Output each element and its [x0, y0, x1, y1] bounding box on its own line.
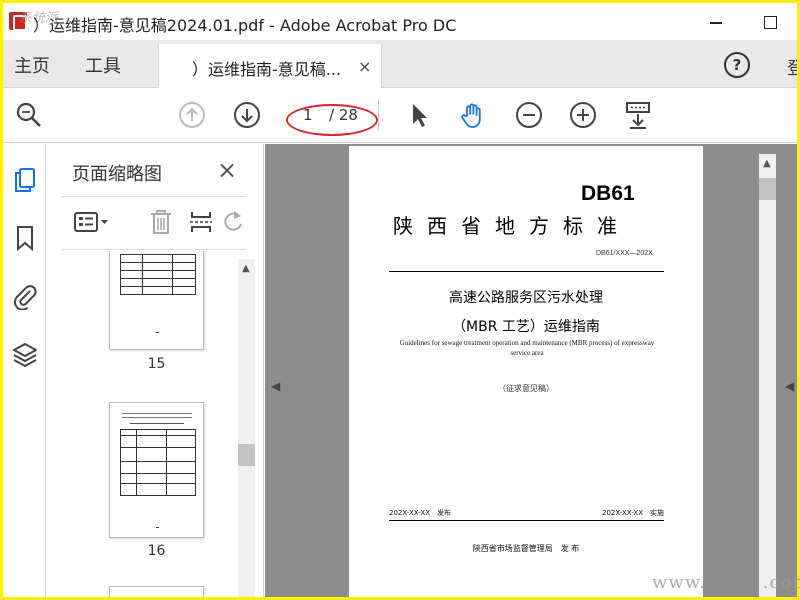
help-icon[interactable]: ?: [724, 52, 750, 78]
document-title-line1: 高速公路服务区污水处理: [449, 290, 603, 306]
app-window: 系统派 ）运维指南-意见稿2024.01.pdf - Adobe Acrobat…: [3, 3, 797, 597]
draft-note: （征求意见稿）: [498, 384, 554, 393]
previous-page-icon[interactable]: [177, 100, 207, 130]
issuing-authority: 陕西省市场监督管理局 发 布: [472, 544, 580, 553]
zoom-in-icon[interactable]: [568, 100, 598, 130]
panel-title: 页面缩略图: [72, 164, 162, 185]
minimize-button[interactable]: [705, 11, 727, 33]
hand-tool-icon[interactable]: [458, 100, 488, 130]
thumbnail-list: 15 16: [61, 251, 237, 597]
select-pointer-icon[interactable]: [404, 100, 434, 130]
panel-toolbar: [61, 196, 246, 250]
watermark-bottom: www. .com: [652, 572, 800, 593]
panel-close-icon[interactable]: ×: [217, 156, 237, 184]
document-view: ◀ DB61 陕西省地方标准 DB61/XXX—202X 高速公路服务区污水处理…: [265, 144, 797, 597]
standard-code-logo: DB61: [581, 182, 635, 205]
red-annotation-circle: [286, 104, 378, 136]
menu-bar: 主页 工具 ）运维指南-意见稿... × ? 登: [3, 40, 797, 88]
delete-page-icon[interactable]: [147, 208, 175, 236]
collapse-right-arrow-icon[interactable]: ◀: [785, 379, 794, 393]
bookmarks-icon[interactable]: [11, 224, 39, 252]
document-scrollbar[interactable]: ▲: [759, 154, 776, 597]
collapse-left-arrow-icon[interactable]: ◀: [271, 379, 280, 393]
sign-in-button[interactable]: 登: [787, 54, 797, 79]
doc-scroll-up-arrow-icon[interactable]: ▲: [763, 158, 771, 169]
document-title-english: Guidelines for sewage treatment operatio…: [399, 339, 655, 357]
header-rule: [389, 271, 664, 272]
zoom-out-icon[interactable]: [514, 100, 544, 130]
footer-rule: [389, 520, 664, 521]
toolbar-divider: [378, 100, 379, 130]
thumbnail-options-icon[interactable]: [73, 208, 111, 236]
next-page-icon[interactable]: [232, 100, 262, 130]
thumbnail-page[interactable]: [109, 251, 204, 350]
insert-page-icon[interactable]: [187, 208, 215, 236]
rotate-page-icon[interactable]: [219, 208, 247, 236]
thumbnail-page[interactable]: [109, 586, 204, 597]
window-title: ）运维指南-意见稿2024.01.pdf - Adobe Acrobat Pro…: [33, 16, 457, 35]
title-bar: 系统派 ）运维指南-意见稿2024.01.pdf - Adobe Acrobat…: [3, 3, 797, 40]
toolbar: 1 / 28: [3, 88, 797, 143]
search-zoom-icon[interactable]: [14, 100, 44, 130]
menu-home[interactable]: 主页: [14, 52, 50, 78]
fit-page-icon[interactable]: [623, 100, 653, 130]
scroll-thumb[interactable]: [238, 444, 255, 466]
pdf-page: DB61 陕西省地方标准 DB61/XXX—202X 高速公路服务区污水处理 （…: [349, 146, 703, 597]
left-tool-rail: [3, 144, 46, 597]
thumbnail-label: 15: [147, 356, 166, 372]
page-thumbnails-icon[interactable]: [11, 166, 39, 194]
menu-tools[interactable]: 工具: [85, 52, 121, 78]
doc-scroll-thumb[interactable]: [759, 178, 776, 200]
document-tab[interactable]: ）运维指南-意见稿... ×: [158, 44, 382, 88]
layers-icon[interactable]: [11, 340, 39, 368]
standard-category-title: 陕西省地方标准: [393, 214, 631, 238]
thumbnail-scrollbar[interactable]: ▲: [238, 259, 255, 597]
thumbnail-label: 16: [147, 543, 166, 559]
document-title-line2: （MBR 工艺）运维指南: [452, 319, 600, 335]
document-tab-label: ）运维指南-意见稿...: [192, 60, 342, 79]
publish-date: 202X-XX-XX 发布: [389, 509, 451, 517]
maximize-button[interactable]: [759, 11, 781, 33]
thumbnail-page[interactable]: [109, 402, 204, 538]
page-thumbnails-panel: 页面缩略图 × 15 16 ▲: [47, 144, 264, 597]
attachments-icon[interactable]: [11, 282, 39, 311]
standard-number: DB61/XXX—202X: [596, 250, 653, 257]
tab-close-icon[interactable]: ×: [358, 57, 371, 76]
scroll-up-arrow-icon[interactable]: ▲: [242, 263, 250, 274]
implement-date: 202X-XX-XX 实施: [602, 509, 664, 517]
